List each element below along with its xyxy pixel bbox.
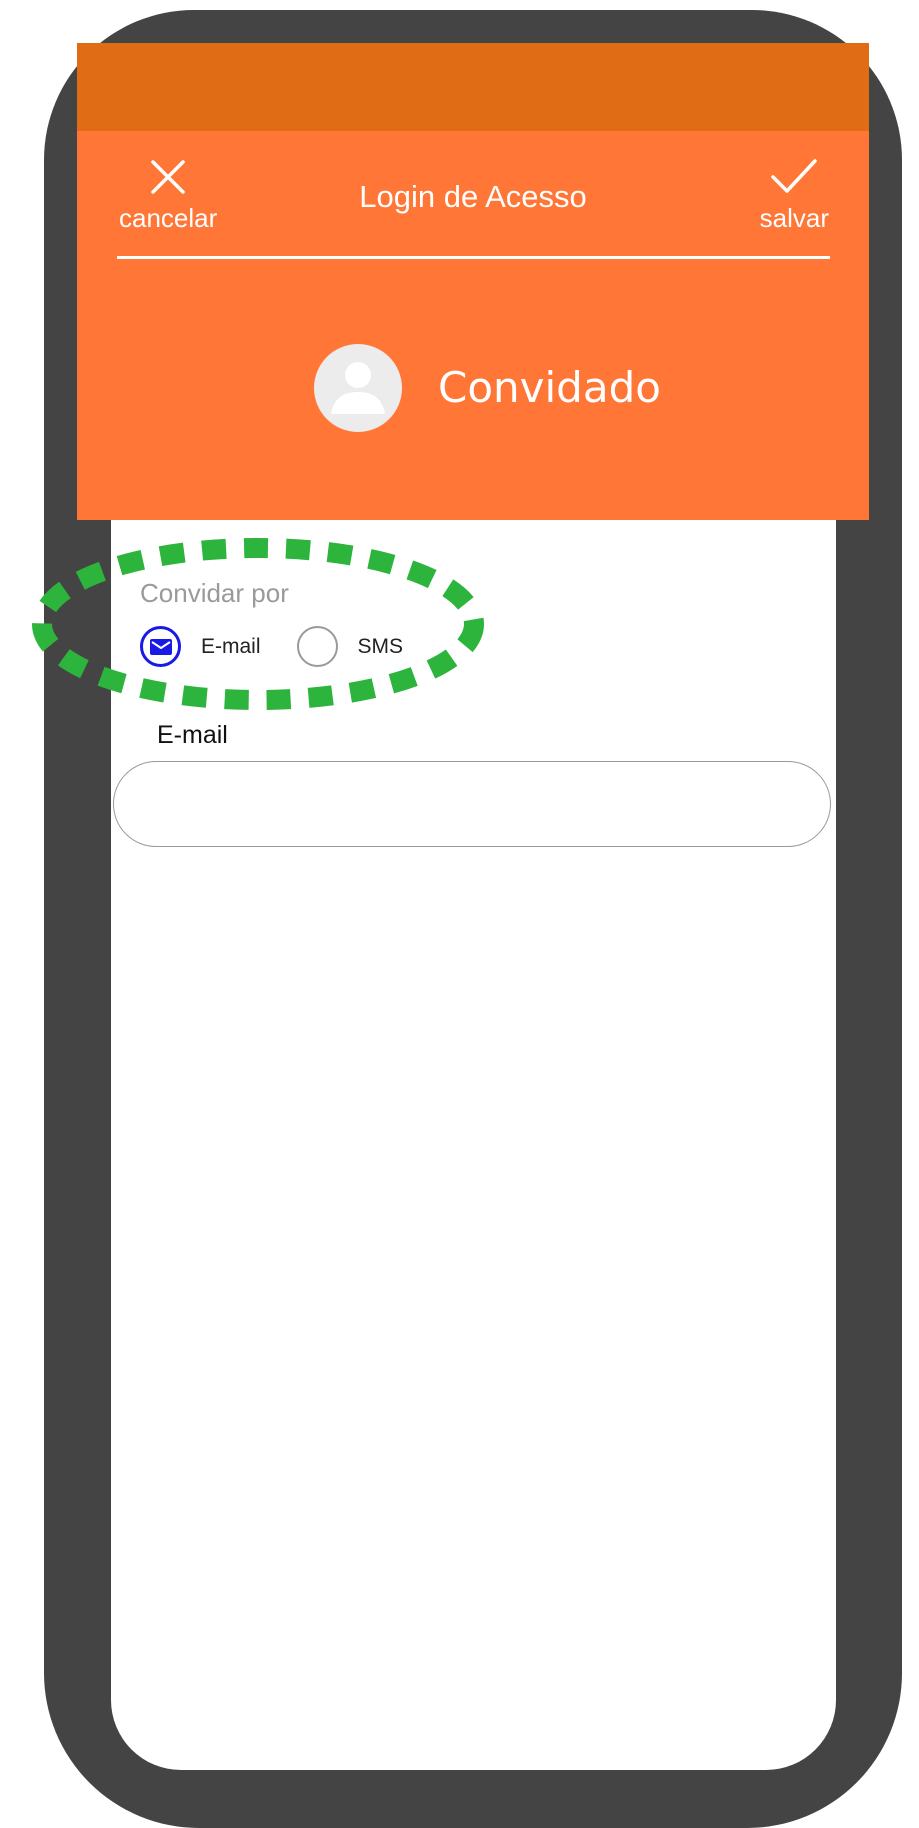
status-bar <box>77 43 869 131</box>
save-label: salvar <box>759 203 829 233</box>
email-input[interactable] <box>113 761 831 847</box>
avatar[interactable] <box>314 344 402 432</box>
profile-name: Convidado <box>438 363 661 412</box>
header-divider <box>117 256 830 259</box>
invite-label: Convidar por <box>140 578 289 608</box>
page-title: Login de Acesso <box>359 179 587 214</box>
invite-radio-group: E-mail SMS <box>140 626 403 667</box>
radio-sms-unselected[interactable] <box>296 626 338 667</box>
app-header: cancelar Login de Acesso salvar Convidad… <box>77 131 869 520</box>
envelope-icon <box>149 638 172 655</box>
email-field-label: E-mail <box>157 721 228 749</box>
user-icon <box>331 362 385 414</box>
check-icon <box>771 159 818 193</box>
radio-sms-label: SMS <box>357 634 404 658</box>
radio-option-sms[interactable]: SMS <box>296 626 404 667</box>
radio-email-label: E-mail <box>201 634 261 658</box>
profile-row: Convidado <box>314 344 661 432</box>
radio-email-selected[interactable] <box>140 626 181 667</box>
radio-option-email[interactable]: E-mail <box>140 626 261 667</box>
save-button[interactable]: salvar <box>760 157 829 233</box>
invite-section: Convidar por E-mail SMS <box>140 578 403 667</box>
